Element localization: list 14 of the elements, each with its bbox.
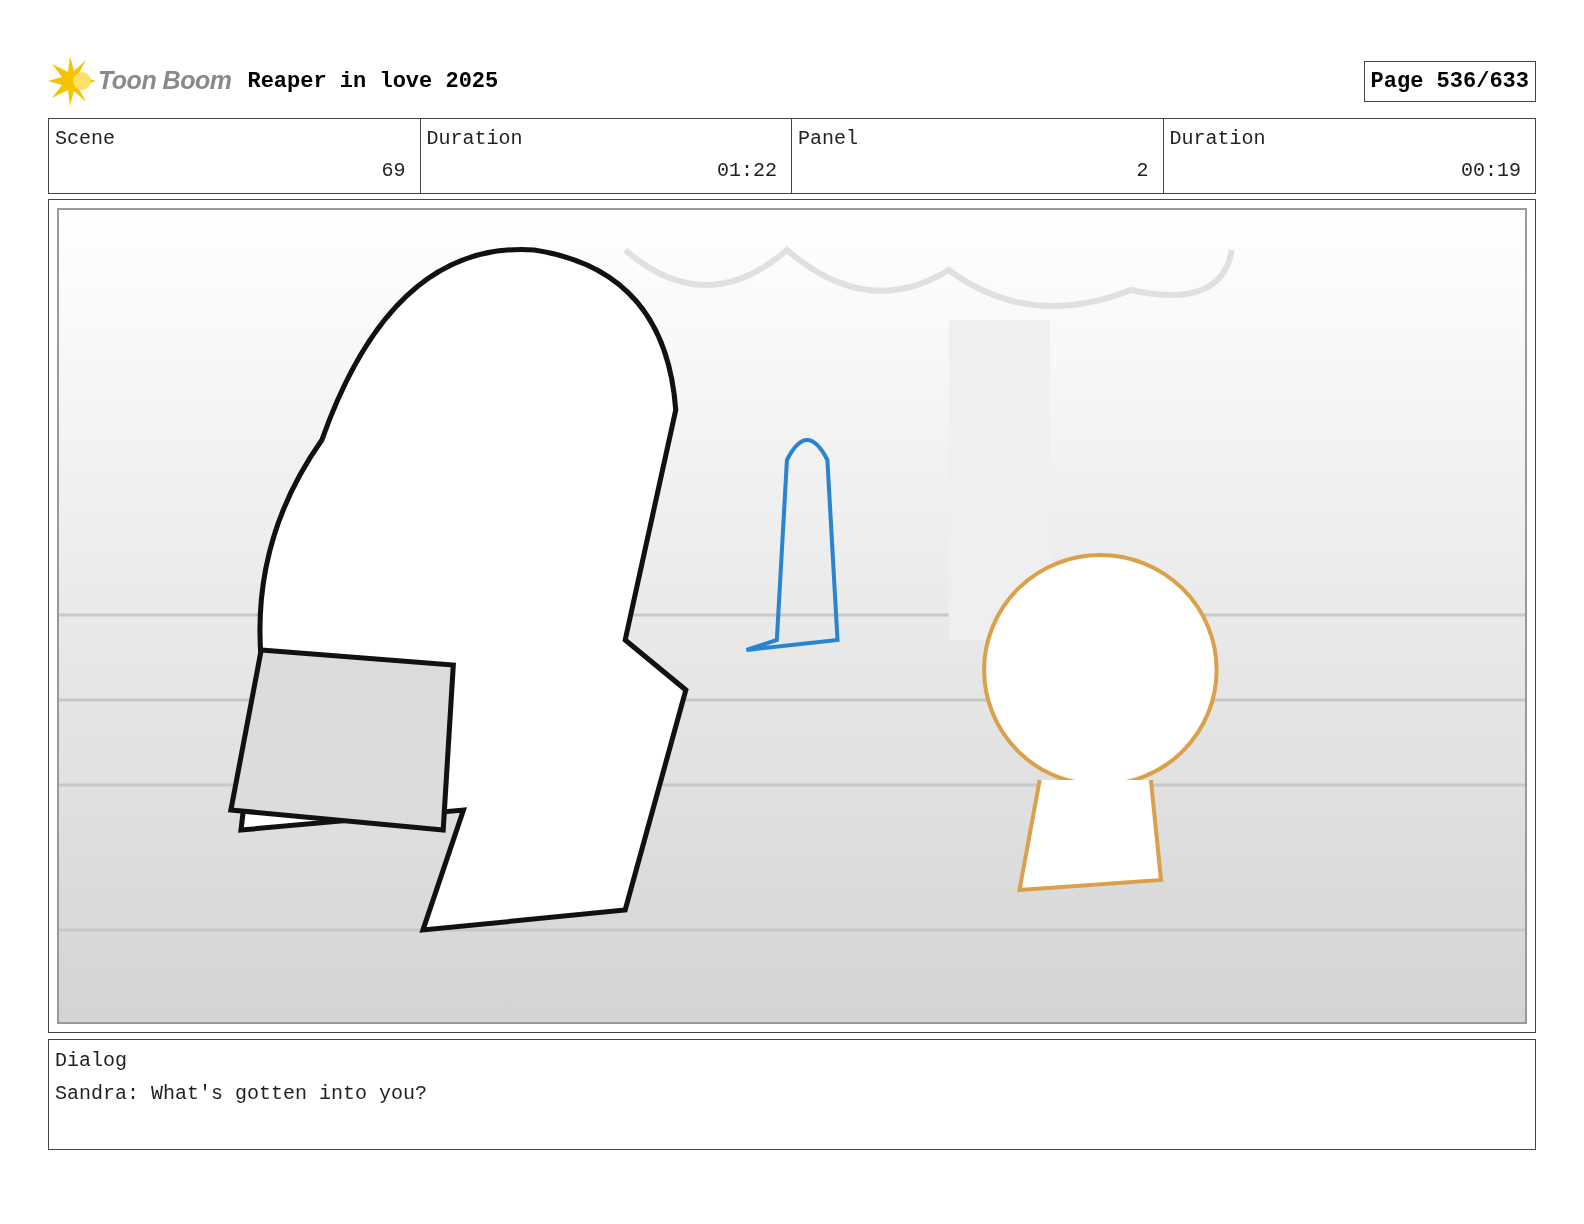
field-value: 2 — [1135, 158, 1149, 184]
dialog-text: Sandra: What's gotten into you? — [55, 1081, 429, 1107]
field-label: Panel — [798, 126, 859, 152]
page-number: Page 536/633 — [1363, 60, 1536, 102]
dialog-label: Dialog — [55, 1048, 128, 1074]
field-value: 00:19 — [1460, 158, 1521, 184]
field-value: 01:22 — [716, 158, 777, 184]
starburst-icon — [48, 56, 98, 106]
field-label: Duration — [426, 126, 524, 152]
logo-text: Toon Boom — [98, 65, 232, 97]
field-label: Duration — [1169, 126, 1267, 152]
field-value: 69 — [380, 158, 406, 184]
storyboard-title: Reaper in love 2025 — [247, 67, 499, 96]
field-label: Scene — [55, 126, 116, 152]
